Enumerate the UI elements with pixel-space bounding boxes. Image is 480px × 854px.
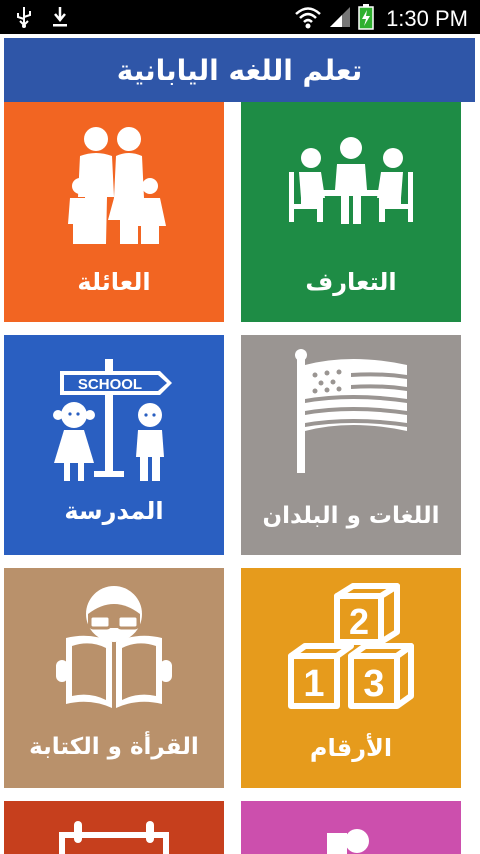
person-icon (327, 829, 369, 854)
tile-label: التعارف (305, 268, 397, 296)
app-header: تعلم اللغه اليابانية (4, 38, 475, 102)
school-sign-text: SCHOOL (78, 376, 142, 393)
tile-label: المدرسة (64, 497, 164, 525)
block-digit: 1 (303, 663, 324, 705)
wifi-icon (294, 5, 322, 33)
block-digit: 3 (363, 663, 384, 705)
tile-label: العائلة (77, 268, 151, 296)
tile-label: الأرقام (309, 734, 393, 762)
page-title: تعلم اللغه اليابانية (116, 53, 363, 87)
clock-time: 1:30 PM (386, 6, 468, 31)
status-bar: 1:30 PM (0, 0, 480, 34)
tile-label: القرأة و الكتابة (29, 734, 199, 760)
signal-icon (328, 5, 352, 33)
block-digit: 2 (349, 601, 369, 642)
tile-introductions[interactable]: التعارف (241, 102, 461, 322)
tile-family[interactable]: العائلة (4, 102, 224, 322)
battery-charging-icon (358, 4, 374, 34)
tile-person[interactable] (241, 801, 461, 854)
tile-reading-writing[interactable]: القرأة و الكتابة (4, 568, 224, 788)
tile-label: اللغات و البلدان (262, 503, 440, 529)
calendar-icon (59, 821, 169, 854)
tile-numbers[interactable]: 2 1 3 الأرقام (241, 568, 461, 788)
download-icon (50, 5, 70, 33)
tile-languages-countries[interactable]: اللغات و البلدان (241, 335, 461, 555)
tile-calendar[interactable] (4, 801, 224, 854)
tile-school[interactable]: SCHOOL المدرسة (4, 335, 224, 555)
usb-icon (14, 5, 34, 33)
